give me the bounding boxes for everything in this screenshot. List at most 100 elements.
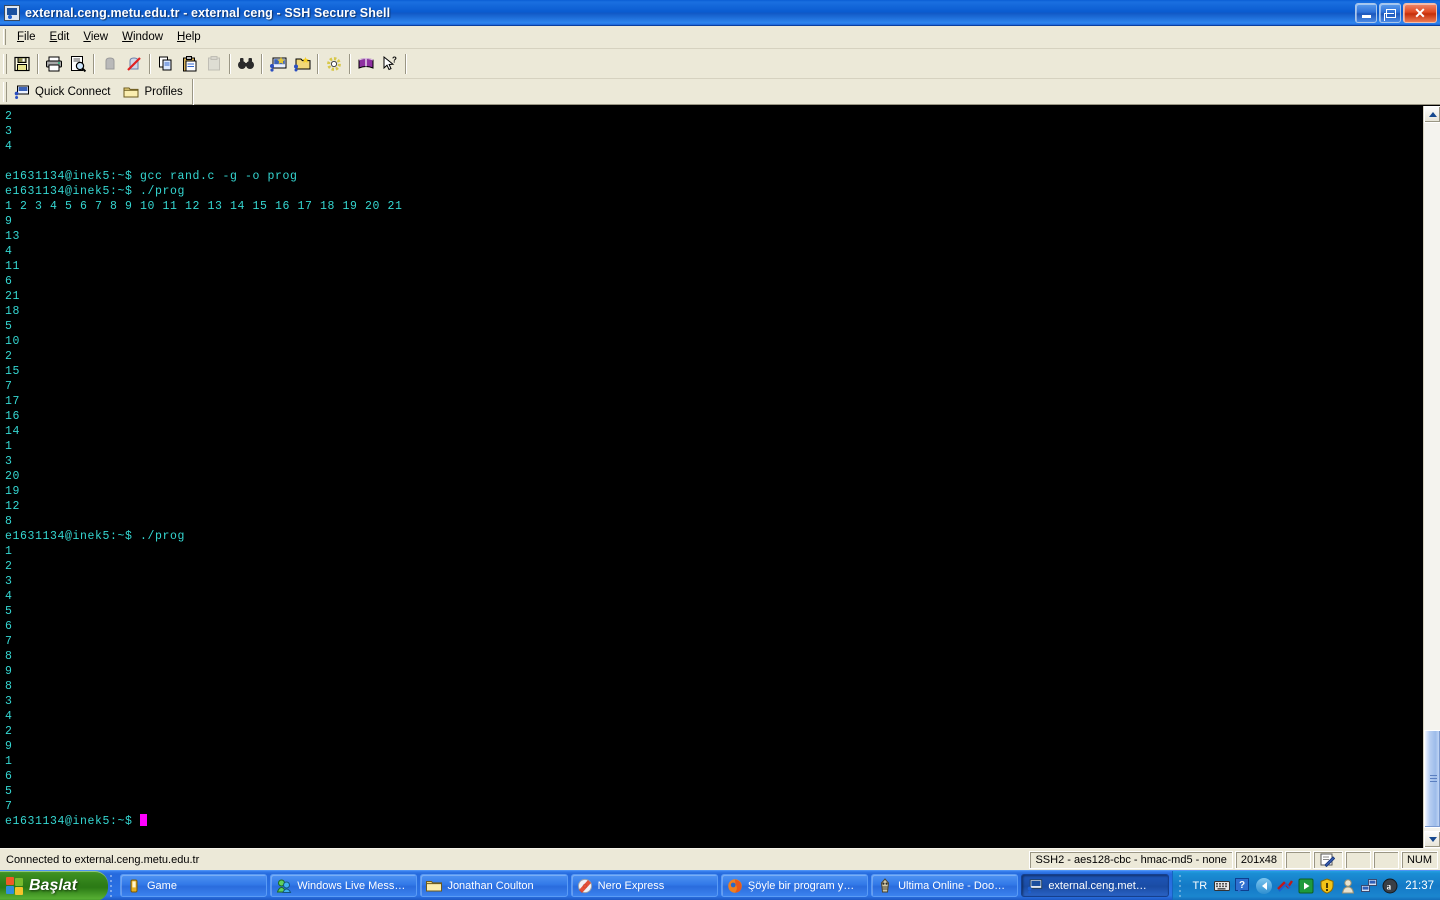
terminal-line: 7: [5, 635, 13, 648]
terminal-line: 19: [5, 485, 21, 498]
start-label: Başlat: [29, 876, 78, 894]
terminal-line: 4: [5, 710, 13, 723]
svg-text:a: a: [1387, 881, 1392, 891]
show-hidden-icons-chevron[interactable]: [1256, 877, 1273, 894]
ultima-icon: [877, 877, 893, 894]
menu-file[interactable]: File: [10, 29, 43, 45]
task-folder[interactable]: Jonathan Coulton: [420, 874, 568, 897]
taskbar: Başlat Game Windows Live Mess… Jonathan Co…: [0, 870, 1440, 900]
terminal-line: 2: [5, 560, 13, 573]
user-icon[interactable]: [1340, 878, 1356, 894]
terminal-prompt-line: e1631134@inek5:~$: [5, 814, 1423, 829]
task-msn[interactable]: Windows Live Mess…: [270, 874, 418, 897]
terminal-line: 1: [5, 545, 13, 558]
terminal-line: 21: [5, 290, 21, 303]
status-size: 201x48: [1234, 850, 1283, 869]
print-icon[interactable]: [42, 52, 66, 76]
terminal-scrollbar[interactable]: [1423, 106, 1440, 848]
terminal-line: 7: [5, 800, 13, 813]
close-button[interactable]: ✕: [1403, 2, 1437, 23]
terminal-line: 3: [5, 575, 13, 588]
copy-icon[interactable]: [154, 52, 178, 76]
help-question-icon[interactable]: ?: [1235, 877, 1251, 894]
scroll-up-arrow[interactable]: [1424, 106, 1440, 123]
terminal-line: 3: [5, 455, 13, 468]
scroll-thumb[interactable]: [1424, 730, 1440, 828]
task-label: Nero Express: [597, 879, 665, 892]
delete-icon: [202, 52, 226, 76]
media-icon[interactable]: [1298, 878, 1314, 894]
window-title: external.ceng.metu.edu.tr - external cen…: [25, 5, 391, 20]
language-indicator[interactable]: TR: [1191, 880, 1210, 892]
start-button[interactable]: Başlat: [0, 870, 108, 900]
print-preview-icon[interactable]: [66, 52, 90, 76]
terminal-line: 9: [5, 740, 13, 753]
connect-icon[interactable]: [98, 52, 122, 76]
quick-connect-button[interactable]: Quick Connect: [10, 80, 119, 104]
new-terminal-icon[interactable]: [266, 52, 290, 76]
help-book-icon[interactable]: [354, 52, 378, 76]
scroll-down-arrow[interactable]: [1424, 831, 1440, 848]
system-tray: TR ? a 21:37: [1171, 870, 1440, 900]
menu-help[interactable]: Help: [170, 29, 208, 45]
find-icon[interactable]: [234, 52, 258, 76]
terminal-line: 5: [5, 320, 13, 333]
paste-icon[interactable]: [178, 52, 202, 76]
task-nero[interactable]: Nero Express: [570, 874, 718, 897]
task-ultima[interactable]: Ultima Online - Doo…: [871, 874, 1019, 897]
network-icon[interactable]: [1277, 878, 1294, 894]
terminal-line: 12: [5, 500, 21, 513]
terminal-line: 4: [5, 140, 13, 153]
terminal-line: 7: [5, 380, 13, 393]
task-label: Game: [147, 879, 177, 892]
windows-flag-icon: [6, 876, 24, 895]
antivirus-icon[interactable]: a: [1382, 878, 1398, 894]
restore-button[interactable]: [1379, 2, 1401, 23]
nero-icon: [577, 878, 593, 894]
taskbar-buttons: Game Windows Live Mess… Jonathan Coulton Ne…: [117, 874, 1172, 897]
terminal-line: e1631134@inek5:~$ gcc rand.c -g -o prog: [5, 170, 298, 183]
network-connection-icon[interactable]: [1361, 878, 1378, 894]
terminal-line: 5: [5, 605, 13, 618]
terminal-output[interactable]: 2 3 4 e1631134@inek5:~$ gcc rand.c -g -o pr…: [0, 106, 1423, 848]
svg-text:?: ?: [392, 55, 397, 64]
terminal-line: 1: [5, 440, 13, 453]
profiles-folder-icon: [123, 87, 139, 97]
settings-icon[interactable]: [322, 52, 346, 76]
minimize-button[interactable]: [1355, 2, 1377, 23]
security-shield-icon[interactable]: [1319, 877, 1335, 894]
terminal-line: 10: [5, 335, 21, 348]
new-filetransfer-icon[interactable]: [290, 52, 314, 76]
toolbar-drag-grip[interactable]: [3, 53, 7, 74]
ssh-terminal-icon: [1027, 878, 1043, 894]
menu-bar: File Edit View Window Help: [0, 26, 1440, 49]
terminal-line: 2: [5, 725, 13, 738]
terminal-line: 8: [5, 515, 13, 528]
menu-view[interactable]: View: [76, 29, 115, 45]
terminal-line: 1 2 3 4 5 6 7 8 9 10 11 12 13 14 15 16 1…: [5, 200, 403, 213]
terminal-line: 9: [5, 665, 13, 678]
taskbar-grip[interactable]: [108, 870, 117, 900]
terminal-line: 15: [5, 365, 21, 378]
system-clock[interactable]: 21:37: [1403, 880, 1434, 892]
status-bar: Connected to external.ceng.metu.edu.tr S…: [0, 848, 1440, 870]
context-help-icon[interactable]: ?: [378, 52, 402, 76]
keyboard-icon[interactable]: [1214, 878, 1231, 894]
status-slot-3: [1372, 850, 1399, 869]
task-game[interactable]: Game: [120, 874, 268, 897]
quick-connect-label: Quick Connect: [35, 85, 111, 98]
terminal-line: 5: [5, 785, 13, 798]
task-firefox[interactable]: Şöyle bir program y…: [720, 874, 869, 897]
terminal-line: 9: [5, 215, 13, 228]
menu-window[interactable]: Window: [115, 29, 170, 45]
folder-icon: [426, 878, 443, 894]
tray-grip[interactable]: [1176, 870, 1186, 900]
task-ssh[interactable]: external.ceng.met…: [1021, 874, 1169, 897]
menu-drag-grip[interactable]: [3, 29, 6, 45]
save-icon[interactable]: [10, 52, 34, 76]
terminal-line: 16: [5, 410, 21, 423]
menu-edit[interactable]: Edit: [43, 29, 77, 45]
disconnect-icon[interactable]: [122, 52, 146, 76]
profiles-button[interactable]: Profiles: [119, 80, 191, 104]
quickbar-drag-grip[interactable]: [3, 81, 7, 102]
